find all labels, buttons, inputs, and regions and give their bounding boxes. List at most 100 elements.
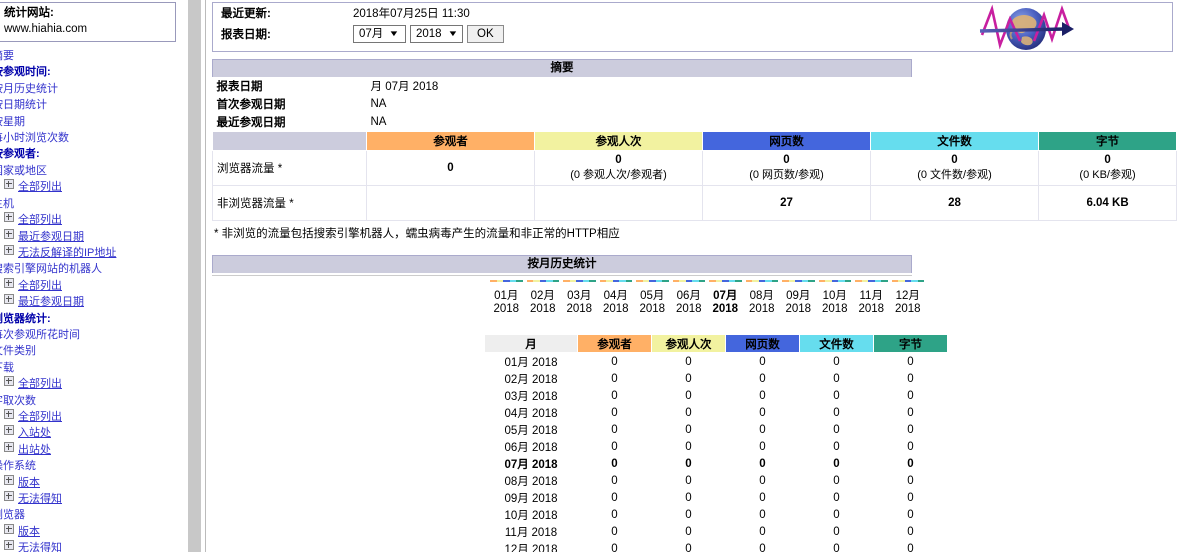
sidebar-item[interactable]: 版本 xyxy=(0,523,184,540)
sidebar-item[interactable]: 摘要 xyxy=(0,48,184,64)
cell-files: 0 xyxy=(833,474,840,487)
sidebar-item[interactable]: 文件类别 xyxy=(0,343,184,359)
sidebar-item[interactable]: 全部列出 xyxy=(0,277,184,294)
last-update-label: 最近更新: xyxy=(221,8,271,20)
cell-visits: 0 xyxy=(685,491,692,504)
chart-axis-month-label: 08月 xyxy=(749,290,774,302)
expand-icon xyxy=(4,179,14,190)
sidebar-item[interactable]: 按星期 xyxy=(0,114,184,130)
sidebar-item[interactable]: 全部列出 xyxy=(0,179,184,195)
sidebar-item-label[interactable]: 每小时浏览次数 xyxy=(0,132,69,144)
sidebar-item[interactable]: 无法得知 xyxy=(0,491,184,507)
sidebar-sublink[interactable]: 无法得知 xyxy=(0,491,62,505)
sidebar-item-label[interactable]: 操作系统 xyxy=(0,460,36,472)
sidebar-item[interactable]: 全部列出 xyxy=(0,408,184,425)
sidebar-sublink[interactable]: 无法反解译的IP地址 xyxy=(0,244,116,259)
month-select[interactable]: 07月 ▼ xyxy=(353,25,406,43)
sidebar-sublink[interactable]: 最近参观日期 xyxy=(0,294,84,308)
sidebar-item-label[interactable]: 摘要 xyxy=(0,50,14,62)
sidebar-sublink[interactable]: 出站处 xyxy=(0,441,51,456)
sidebar-item[interactable]: 按日期统计 xyxy=(0,97,184,113)
sidebar-item[interactable]: 全部列出 xyxy=(0,212,184,228)
sidebar-sublink[interactable]: 全部列出 xyxy=(0,179,62,193)
cell-visitors: 0 xyxy=(611,508,618,521)
sidebar-item[interactable]: 无法反解译的IP地址 xyxy=(0,244,184,261)
sidebar-item[interactable]: 搜索引擎网站的机器人 xyxy=(0,261,184,277)
cell-visitors: 0 xyxy=(611,389,618,402)
sidebar-item[interactable]: 最近参观日期 xyxy=(0,294,184,310)
cell-month: 05月 2018 xyxy=(504,424,558,437)
sidebar-item-label[interactable]: 文件类别 xyxy=(0,345,36,357)
sidebar-item[interactable]: 下载 xyxy=(0,360,184,376)
cell-bytes: 0 xyxy=(907,457,914,470)
sidebar-item[interactable]: 入站处 xyxy=(0,425,184,441)
cell-files: 0 xyxy=(833,440,840,453)
table-row: 10月 2018 0 0 0 0 0 xyxy=(485,506,948,523)
sidebar-item[interactable]: 每小时浏览次数 xyxy=(0,130,184,146)
chart-bar-group xyxy=(563,280,596,285)
column-header-visitors: 参观者 xyxy=(366,131,535,151)
sidebar-sublink[interactable]: 最近参观日期 xyxy=(0,228,84,243)
expand-icon xyxy=(4,376,14,387)
expand-icon xyxy=(4,212,14,223)
sidebar-item-label[interactable]: 按星期 xyxy=(0,116,25,128)
cell-files: 0 xyxy=(833,491,840,504)
table-row: 02月 2018 0 0 0 0 0 xyxy=(485,370,948,387)
sidebar-item[interactable]: 最近参观日期 xyxy=(0,228,184,245)
sidebar-sublink[interactable]: 全部列出 xyxy=(0,212,62,226)
sidebar-sublink[interactable]: 版本 xyxy=(0,474,40,489)
sidebar-item[interactable]: 主机 xyxy=(0,196,184,212)
sidebar-sublink[interactable]: 全部列出 xyxy=(0,376,62,390)
sidebar-item[interactable]: 出站处 xyxy=(0,441,184,458)
chart-bar xyxy=(662,280,669,282)
sidebar-item-label[interactable]: 下载 xyxy=(0,362,14,374)
last-update-value: 2018年07月25日 11:30 xyxy=(353,8,470,20)
sidebar-item[interactable]: 操作系统 xyxy=(0,458,184,474)
year-select-value: 2018 xyxy=(416,28,442,40)
cell-visitors: 0 xyxy=(611,372,618,385)
cell-pages: 0 xyxy=(759,474,766,487)
sidebar-item-label[interactable]: 字取次数 xyxy=(0,395,36,407)
sidebar-item[interactable]: 每次参观所花时间 xyxy=(0,327,184,343)
column-header-pages: 网页数 xyxy=(702,131,871,151)
chart-axis-year-label: 2018 xyxy=(821,303,848,315)
cell-visits: 0 xyxy=(685,389,692,402)
sidebar-item-label[interactable]: 主机 xyxy=(0,198,14,210)
cell-browser-visitors: 0 xyxy=(366,150,535,186)
sidebar-sublink[interactable]: 全部列出 xyxy=(0,277,62,292)
sidebar-item[interactable]: 按月历史统计 xyxy=(0,81,184,97)
row-label-nonbrowser-traffic: 非浏览器流量 * xyxy=(212,185,367,221)
sidebar-sublink[interactable]: 入站处 xyxy=(0,425,51,439)
sidebar-item[interactable]: 全部列出 xyxy=(0,376,184,392)
sidebar-category-label: 按参观者: xyxy=(0,148,40,161)
chart-axis-column: 07月 2018 xyxy=(707,280,744,316)
table-row: 报表日期 月 07月 2018 xyxy=(213,77,1177,95)
year-select[interactable]: 2018 ▼ xyxy=(410,25,463,43)
column-header-visits: 参观人次 xyxy=(651,334,726,353)
table-row: 首次参观日期 NA xyxy=(213,95,1177,113)
sidebar-sublink[interactable]: 全部列出 xyxy=(0,408,62,423)
sidebar-scrollbar[interactable] xyxy=(188,0,201,552)
cell-visitors: 0 xyxy=(611,542,618,552)
table-row: 11月 2018 0 0 0 0 0 xyxy=(485,523,948,540)
month-select-value: 07月 xyxy=(359,28,384,40)
sidebar-item-label[interactable]: 按日期统计 xyxy=(0,99,47,111)
sidebar-item[interactable]: 浏览器 xyxy=(0,507,184,523)
ok-button[interactable]: OK xyxy=(467,25,504,43)
sidebar-item[interactable]: 无法得知 xyxy=(0,540,184,552)
sidebar-item-label[interactable]: 搜索引擎网站的机器人 xyxy=(0,263,102,275)
sidebar-item[interactable]: 字取次数 xyxy=(0,393,184,409)
sidebar-item-label[interactable]: 按月历史统计 xyxy=(0,83,58,95)
chart-axis-year-label: 2018 xyxy=(566,303,593,315)
sidebar-item-label[interactable]: 每次参观所花时间 xyxy=(0,329,80,341)
chart-bar xyxy=(808,280,815,282)
sidebar-item-label[interactable]: 国家或地区 xyxy=(0,165,47,177)
sidebar-sublink[interactable]: 无法得知 xyxy=(0,540,62,552)
sidebar-item-label[interactable]: 浏览器 xyxy=(0,509,25,521)
sidebar-item[interactable]: 版本 xyxy=(0,474,184,491)
chart-bar-group xyxy=(709,280,742,285)
cell-pages: 0 xyxy=(759,423,766,436)
sidebar-item[interactable]: 国家或地区 xyxy=(0,163,184,179)
summary-value: NA xyxy=(370,116,387,128)
sidebar-sublink[interactable]: 版本 xyxy=(0,523,40,538)
